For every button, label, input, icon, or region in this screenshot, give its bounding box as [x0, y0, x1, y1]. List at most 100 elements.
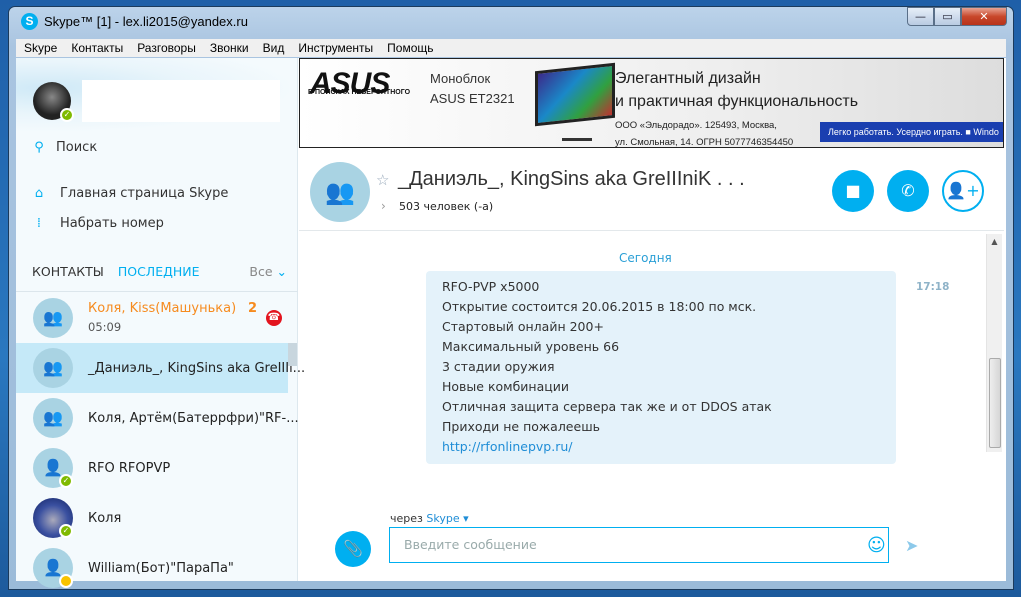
monitor-stand: [562, 127, 592, 141]
divider: [16, 291, 298, 292]
unread-count: 2: [248, 301, 258, 316]
title-bar: S Skype™ [1] - lex.li2015@yandex.ru: [21, 13, 248, 30]
item-name: Коля, Артём(Батеррфри)"RF-...: [88, 410, 299, 426]
dial-label: Набрать номер: [60, 216, 164, 231]
home-icon: ⌂: [34, 186, 44, 201]
via-selector[interactable]: через Skype ▾: [390, 512, 469, 525]
group-avatar-icon: 👥: [33, 348, 73, 388]
group-avatar-icon: 👥: [310, 162, 370, 222]
message-line: 3 стадии оружия: [442, 359, 555, 374]
video-icon: ■: [845, 181, 861, 200]
online-status-icon: ✓: [59, 524, 73, 538]
chevron-down-icon: ⌄: [276, 264, 287, 279]
ad-product: Моноблок: [430, 71, 491, 86]
search-label: Поиск: [56, 140, 98, 155]
video-call-button[interactable]: ■: [832, 170, 874, 212]
emoticon-icon[interactable]: ☺: [867, 535, 886, 556]
conversation-pane: ASUS В ПОИСКАХ НЕВЕРОЯТНОГО Моноблок ASUS…: [299, 58, 1006, 581]
menu-calls[interactable]: Звонки: [202, 41, 255, 55]
scroll-up-icon[interactable]: ▲: [987, 237, 1002, 246]
add-people-button[interactable]: 👤+: [942, 170, 984, 212]
list-item[interactable]: 👤 ✓ RFO RFOPVP: [16, 443, 288, 493]
favorite-star-icon[interactable]: ☆: [376, 171, 389, 189]
item-name: William(Бот)"ПараПа": [88, 560, 234, 576]
home-label: Главная страница Skype: [60, 186, 229, 201]
ad-model: ASUS ET2321: [430, 91, 515, 106]
message-line: Стартовый онлайн 200+: [442, 319, 604, 334]
item-name: RFO RFOPVP: [88, 460, 171, 476]
send-icon[interactable]: ➤: [905, 536, 918, 555]
message-line: RFO-PVP x5000: [442, 279, 540, 294]
sidebar-scrollbar[interactable]: [288, 343, 297, 366]
menu-contacts[interactable]: Контакты: [63, 41, 129, 55]
message-input[interactable]: Введите сообщение: [389, 527, 889, 563]
search-icon: ⚲: [34, 140, 44, 155]
item-name: Коля, Kiss(Машунька): [88, 301, 237, 316]
message-time: 17:18: [916, 281, 950, 293]
online-status-icon: ✓: [59, 474, 73, 488]
list-item[interactable]: 👥 Коля, Артём(Батеррфри)"RF-...: [16, 393, 299, 443]
date-separator: Сегодня: [619, 251, 672, 265]
message-line: Отличная защита сервера так же и от DDOS…: [442, 399, 772, 414]
close-button[interactable]: ✕: [961, 7, 1007, 26]
dial-link[interactable]: ⁞ Набрать номер: [32, 216, 164, 231]
message-bubble: RFO-PVP x5000 Открытие состоится 20.06.2…: [426, 271, 896, 464]
menu-help[interactable]: Помощь: [379, 41, 439, 55]
via-service[interactable]: Skype ▾: [426, 512, 468, 525]
filter-label: Все: [249, 264, 273, 279]
menu-conversations[interactable]: Разговоры: [129, 41, 202, 55]
menu-skype[interactable]: Skype: [16, 41, 63, 55]
skype-window: S Skype™ [1] - lex.li2015@yandex.ru — ▭ ✕…: [8, 6, 1014, 590]
online-status-icon: ✓: [60, 108, 74, 122]
ad-legal-2: ул. Смольная, 14. ОГРН 5077746354450: [615, 137, 794, 148]
sidebar: ✓ ⚲ Поиск ⌂ Главная страница Skype ⁞ Набрат…: [16, 58, 305, 588]
item-time: 05:09: [88, 320, 122, 334]
message-line: Максимальный уровень 66: [442, 339, 620, 354]
advertisement-banner[interactable]: ASUS В ПОИСКАХ НЕВЕРОЯТНОГО Моноблок ASUS…: [299, 58, 1004, 148]
via-label: через: [390, 512, 423, 525]
group-avatar-icon: 👥: [33, 298, 73, 338]
attach-button[interactable]: 📎: [335, 531, 371, 567]
dialpad-icon: ⁞: [36, 216, 42, 231]
call-button[interactable]: ✆: [887, 170, 929, 212]
add-person-icon: 👤+: [946, 181, 980, 200]
message-line: Новые комбинации: [442, 379, 569, 394]
away-status-icon: [59, 574, 73, 588]
list-item[interactable]: 👥 Коля, Kiss(Машунька) 05:09 2 ☎: [16, 293, 288, 343]
group-avatar-icon: 👥: [33, 398, 73, 438]
ad-band: Легко работать. Усердно играть. ■ Windo: [820, 122, 1003, 142]
tab-contacts[interactable]: КОНТАКТЫ: [32, 264, 104, 279]
filter-dropdown[interactable]: Все ⌄: [249, 264, 287, 279]
item-name: Коля: [88, 510, 122, 526]
chat-scrollbar[interactable]: ▲: [986, 234, 1002, 452]
ad-headline-2: и практичная функциональность: [615, 93, 859, 110]
tab-recent[interactable]: ПОСЛЕДНИЕ: [118, 264, 200, 279]
message-link[interactable]: http://rfonlinepvp.ru/: [442, 439, 572, 454]
message-placeholder: Введите сообщение: [404, 537, 537, 552]
item-name: _Даниэль_, KingSins aka GreIIIi...: [88, 360, 306, 376]
ad-headline: Элегантный дизайн: [615, 70, 761, 87]
search-button[interactable]: ⚲ Поиск: [32, 140, 97, 155]
monitor-image: [535, 62, 615, 127]
my-name-field[interactable]: [82, 80, 280, 122]
divider: [299, 230, 1004, 231]
scroll-thumb[interactable]: [989, 358, 1001, 448]
conversation-title[interactable]: _Даниэль_, KingSins aka GreIIIniK . . .: [398, 168, 745, 191]
menu-bar: Skype Контакты Разговоры Звонки Вид Инст…: [16, 39, 1006, 57]
list-item[interactable]: ✓ Коля: [16, 493, 288, 543]
message-line: Открытие состоится 20.06.2015 в 18:00 по…: [442, 299, 757, 314]
maximize-button[interactable]: ▭: [934, 7, 961, 26]
list-item[interactable]: 👤 William(Бот)"ПараПа": [16, 543, 288, 593]
chevron-right-icon[interactable]: ›: [381, 199, 386, 213]
minimize-button[interactable]: —: [907, 7, 934, 26]
member-count[interactable]: 503 человек (-а): [399, 200, 493, 213]
list-item-selected[interactable]: 👥 _Даниэль_, KingSins aka GreIIIi...: [16, 343, 305, 393]
ad-legal: ООО «Эльдорадо». 125493, Москва,: [615, 120, 777, 131]
home-link[interactable]: ⌂ Главная страница Skype: [32, 186, 229, 201]
menu-view[interactable]: Вид: [255, 41, 291, 55]
phone-icon: ✆: [901, 181, 915, 200]
menu-tools[interactable]: Инструменты: [290, 41, 379, 55]
skype-logo-icon: S: [21, 13, 38, 30]
ad-slogan: В ПОИСКАХ НЕВЕРОЯТНОГО: [308, 89, 411, 96]
paperclip-icon: 📎: [343, 539, 363, 558]
